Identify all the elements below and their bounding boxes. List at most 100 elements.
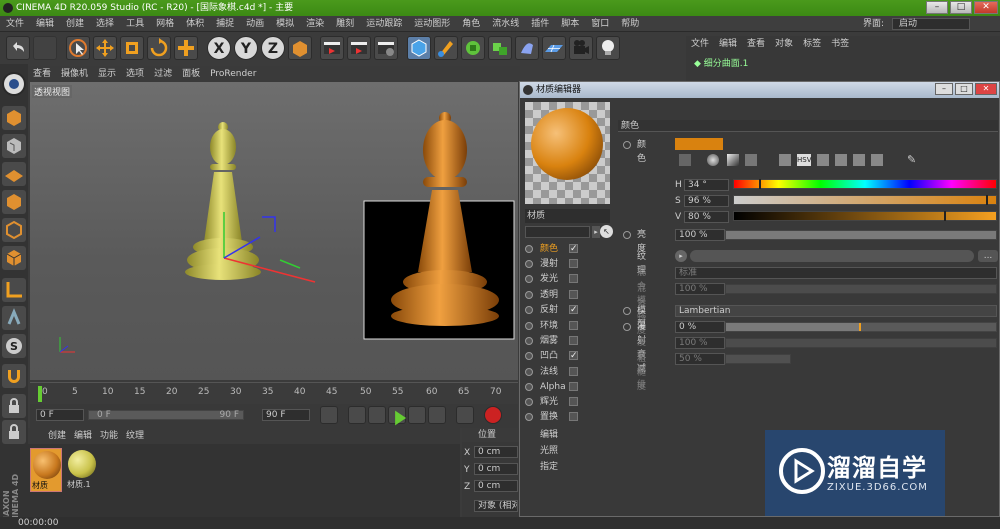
polygons-mode-icon[interactable] — [2, 246, 26, 270]
menu-item[interactable]: 插件 — [525, 16, 555, 32]
menu-item[interactable]: 运动图形 — [408, 16, 456, 32]
me-minimize-button[interactable]: – — [935, 83, 953, 95]
lock-grid-icon[interactable] — [2, 420, 26, 444]
next-frame-icon[interactable] — [408, 406, 426, 424]
roughness-slider[interactable] — [725, 354, 791, 364]
cube-icon[interactable] — [407, 36, 431, 60]
mixer-icon[interactable] — [835, 154, 847, 166]
menu-item[interactable]: 帮助 — [615, 16, 645, 32]
coord-z-field[interactable]: 0 cm — [474, 480, 518, 492]
saturation-slider[interactable] — [733, 195, 997, 205]
z-axis-icon[interactable]: Z — [261, 36, 285, 60]
object-menu-item[interactable]: 编辑 — [714, 36, 742, 52]
texture-arrow-icon[interactable]: ▸ — [675, 250, 687, 262]
menu-item[interactable]: 雕刻 — [330, 16, 360, 32]
coord-system-icon[interactable] — [288, 36, 312, 60]
menu-item[interactable]: 体积 — [180, 16, 210, 32]
menu-item[interactable]: 网格 — [150, 16, 180, 32]
object-menu-item[interactable]: 查看 — [742, 36, 770, 52]
material-menu-item[interactable]: 创建 — [44, 431, 70, 441]
coord-y-field[interactable]: 0 cm — [474, 463, 518, 475]
object-menu-item[interactable]: 对象 — [770, 36, 798, 52]
menu-item[interactable]: 文件 — [0, 16, 30, 32]
roughness-field[interactable]: 50 % — [675, 353, 725, 365]
color-swatch[interactable] — [675, 138, 723, 150]
pen-icon[interactable] — [434, 36, 458, 60]
viewport-menu-item[interactable]: ProRender — [205, 66, 261, 82]
render-view-icon[interactable] — [320, 36, 344, 60]
channel-row[interactable]: 凹凸 ✓ — [525, 349, 583, 363]
material-menu-item[interactable]: 纹理 — [122, 431, 148, 441]
menu-item[interactable]: 模拟 — [270, 16, 300, 32]
channel-row[interactable]: 反射 ✓ — [525, 303, 583, 317]
channel-row[interactable]: 漫射 — [525, 257, 583, 271]
layout-select[interactable]: 启动 — [892, 18, 970, 30]
start-frame-field[interactable]: 0 F — [36, 409, 84, 421]
grid-icon[interactable] — [871, 154, 883, 166]
pointer-icon[interactable]: ↖ — [600, 225, 613, 238]
mix-mode-select[interactable]: 标准 — [675, 267, 997, 279]
camera-icon[interactable] — [569, 36, 593, 60]
workplane-icon[interactable] — [2, 162, 26, 186]
menu-item[interactable]: 角色 — [456, 16, 486, 32]
menu-item[interactable]: 捕捉 — [210, 16, 240, 32]
menu-item[interactable]: 选择 — [90, 16, 120, 32]
maximize-button[interactable]: □ — [950, 1, 972, 14]
channel-row[interactable]: 辉光 — [525, 395, 583, 409]
hue-slider[interactable] — [733, 179, 997, 189]
lock-icon[interactable] — [2, 394, 26, 418]
material-menu-item[interactable]: 编辑 — [70, 431, 96, 441]
mix-strength-slider[interactable] — [725, 284, 997, 294]
kelvin-icon[interactable] — [817, 154, 829, 166]
channel-row[interactable]: 颜色 ✓ — [525, 242, 583, 256]
texture-slot[interactable] — [690, 250, 974, 262]
channel-extra-illumination[interactable]: 光照 — [540, 443, 558, 456]
play-icon[interactable] — [388, 406, 407, 426]
snap-icon[interactable]: S — [2, 334, 26, 358]
swatches-icon[interactable] — [853, 154, 865, 166]
render-settings-icon[interactable] — [374, 36, 398, 60]
menu-item[interactable]: 窗口 — [585, 16, 615, 32]
brightness-slider[interactable] — [725, 230, 997, 240]
timeline-ruler[interactable]: 0 5 10 15 20 25 30 35 40 45 50 55 60 65 … — [30, 382, 518, 404]
rotate-icon[interactable] — [147, 36, 171, 60]
menu-item[interactable]: 脚本 — [555, 16, 585, 32]
move-icon[interactable] — [93, 36, 117, 60]
texture-mode-icon[interactable] — [2, 134, 26, 158]
diffuse-level-slider[interactable] — [725, 338, 997, 348]
image-icon[interactable] — [745, 154, 757, 166]
viewport-menu-item[interactable]: 选项 — [121, 66, 149, 82]
goto-end-icon[interactable] — [456, 406, 474, 424]
rgb-icon[interactable] — [779, 154, 791, 166]
magnet-icon[interactable] — [2, 364, 26, 388]
channel-row[interactable]: 置换 — [525, 410, 583, 424]
model-select[interactable]: Lambertian — [675, 305, 997, 317]
preview-select[interactable] — [525, 226, 590, 238]
perspective-viewport[interactable]: 透视视图 — [30, 82, 518, 380]
channel-row[interactable]: 环境 — [525, 319, 583, 333]
next-key-icon[interactable] — [428, 406, 446, 424]
saturation-field[interactable]: 96 % — [684, 195, 729, 207]
channel-extra-edit[interactable]: 编辑 — [540, 427, 558, 440]
channel-row[interactable]: 烟雾 — [525, 334, 583, 348]
texture-browse-button[interactable]: ... — [978, 250, 998, 262]
viewport-menu-item[interactable]: 面板 — [177, 66, 205, 82]
tweak-icon[interactable] — [2, 306, 26, 330]
diffuse-falloff-field[interactable]: 0 % — [675, 321, 725, 333]
coord-x-field[interactable]: 0 cm — [474, 446, 518, 458]
prev-frame-icon[interactable] — [368, 406, 386, 424]
eyedropper-icon[interactable]: ✎ — [907, 154, 919, 166]
me-close-button[interactable]: ✕ — [975, 83, 997, 95]
viewport-menu-item[interactable]: 摄像机 — [56, 66, 93, 82]
subdivision-icon[interactable] — [461, 36, 485, 60]
scale-icon[interactable] — [120, 36, 144, 60]
add-icon[interactable] — [174, 36, 198, 60]
viewport-menu-item[interactable]: 过滤 — [149, 66, 177, 82]
redo-icon[interactable] — [33, 36, 57, 60]
channel-row[interactable]: 法线 — [525, 365, 583, 379]
diffuse-level-field[interactable]: 100 % — [675, 337, 725, 349]
preview-dropdown-arrow[interactable]: ▸ — [592, 226, 600, 238]
channel-row[interactable]: 透明 — [525, 288, 583, 302]
light-icon[interactable] — [596, 36, 620, 60]
prev-key-icon[interactable] — [348, 406, 366, 424]
